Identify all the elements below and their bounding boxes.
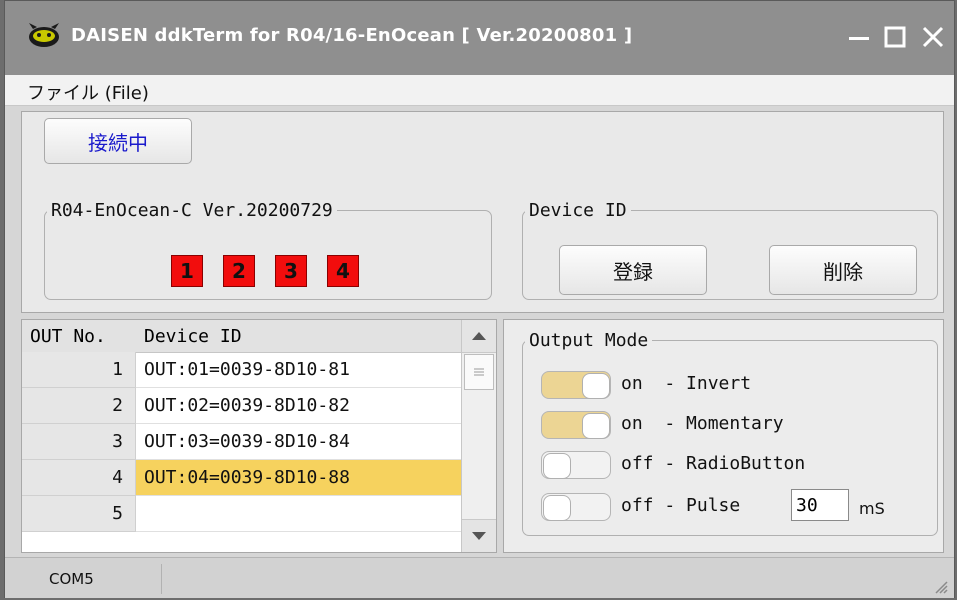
row-number: 4 — [22, 460, 136, 496]
radiobutton-toggle[interactable] — [541, 451, 611, 479]
led-3: 3 — [275, 255, 307, 287]
app-window: DAISEN ddkTerm for R04/16-EnOcean [ Ver.… — [4, 0, 955, 598]
momentary-toggle[interactable] — [541, 411, 611, 439]
grip-lines-icon — [474, 368, 484, 376]
scroll-thumb[interactable] — [464, 354, 494, 390]
connection-panel: 接続中 R04-EnOcean-C Ver.20200729 1 2 3 4 D… — [21, 111, 944, 313]
pulse-label: off - Pulse — [621, 495, 741, 516]
toggle-knob — [582, 413, 610, 439]
app-logo-icon — [29, 23, 59, 47]
window-title: DAISEN ddkTerm for R04/16-EnOcean [ Ver.… — [71, 25, 633, 46]
toggle-knob — [582, 373, 610, 399]
delete-button[interactable]: 削除 — [769, 245, 917, 295]
device-grid[interactable]: OUT No. Device ID 1 OUT:01=0039-8D10-81 … — [21, 319, 497, 553]
led-4: 4 — [327, 255, 359, 287]
device-id-cell[interactable]: OUT:04=0039-8D10-88 — [136, 460, 462, 496]
vertical-scrollbar[interactable] — [461, 320, 496, 552]
grid-header: OUT No. Device ID — [22, 320, 462, 353]
table-row[interactable]: 2 OUT:02=0039-8D10-82 — [22, 388, 462, 425]
row-number: 1 — [22, 352, 136, 388]
radiobutton-label: off - RadioButton — [621, 453, 806, 474]
pulse-toggle[interactable] — [541, 493, 611, 521]
version-group: R04-EnOcean-C Ver.20200729 1 2 3 4 — [44, 200, 492, 300]
header-out-no: OUT No. — [30, 326, 106, 347]
pulse-unit-label: mS — [859, 499, 885, 518]
table-row-selected[interactable]: 4 OUT:04=0039-8D10-88 — [22, 460, 462, 497]
register-button[interactable]: 登録 — [559, 245, 707, 295]
com-port-status: COM5 — [49, 570, 94, 588]
device-id-cell[interactable]: OUT:01=0039-8D10-81 — [136, 352, 462, 388]
status-divider — [161, 564, 162, 594]
title-bar[interactable]: DAISEN ddkTerm for R04/16-EnOcean [ Ver.… — [5, 1, 954, 75]
scroll-down-icon[interactable] — [462, 519, 496, 552]
table-row[interactable]: 5 — [22, 496, 462, 533]
device-id-cell[interactable]: OUT:02=0039-8D10-82 — [136, 388, 462, 424]
menu-bar: ファイル (File) — [5, 75, 954, 106]
pulse-duration-input[interactable] — [791, 489, 849, 521]
invert-label: on - Invert — [621, 373, 752, 394]
toggle-knob — [543, 453, 571, 479]
output-mode-label: Output Mode — [529, 330, 649, 351]
scroll-up-icon[interactable] — [462, 320, 496, 353]
connect-button[interactable]: 接続中 — [44, 118, 192, 164]
maximize-icon[interactable] — [877, 19, 913, 55]
row-number: 5 — [22, 496, 136, 532]
version-label: R04-EnOcean-C Ver.20200729 — [51, 200, 333, 221]
output-mode-panel: Output Mode on - Invert on - Momentary o… — [503, 319, 944, 553]
status-bar: COM5 — [5, 557, 954, 598]
minimize-icon[interactable] — [841, 19, 877, 55]
device-id-cell[interactable] — [136, 496, 462, 532]
device-id-group: Device ID 登録 削除 — [522, 200, 938, 300]
row-number: 2 — [22, 388, 136, 424]
table-row[interactable]: 1 OUT:01=0039-8D10-81 — [22, 352, 462, 389]
row-number: 3 — [22, 424, 136, 460]
toggle-knob — [543, 495, 571, 521]
device-id-cell[interactable]: OUT:03=0039-8D10-84 — [136, 424, 462, 460]
invert-toggle[interactable] — [541, 371, 611, 399]
output-mode-group: Output Mode on - Invert on - Momentary o… — [522, 330, 938, 536]
momentary-label: on - Momentary — [621, 413, 784, 434]
led-2: 2 — [223, 255, 255, 287]
header-device-id: Device ID — [144, 326, 242, 347]
resize-grip-icon[interactable] — [932, 578, 948, 594]
table-row[interactable]: 3 OUT:03=0039-8D10-84 — [22, 424, 462, 461]
led-1: 1 — [171, 255, 203, 287]
close-icon[interactable] — [915, 19, 951, 55]
menu-file[interactable]: ファイル (File) — [27, 79, 149, 105]
device-id-label: Device ID — [529, 200, 627, 221]
